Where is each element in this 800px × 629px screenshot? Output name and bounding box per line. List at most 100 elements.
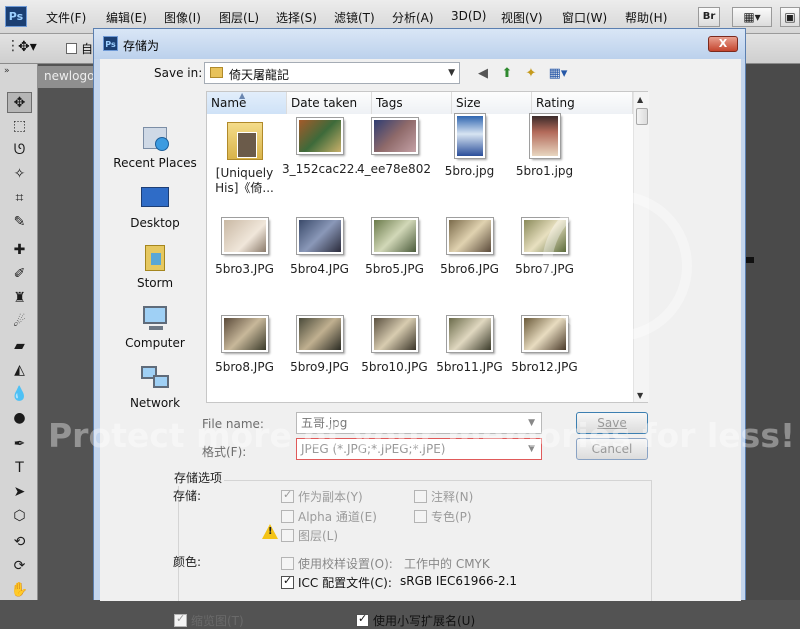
place-network[interactable]: Network: [104, 363, 206, 410]
menu-filter[interactable]: 滤镜(T): [334, 9, 375, 26]
chevron-down-icon[interactable]: ▼: [528, 413, 535, 433]
file-item[interactable]: 5bro9.JPG: [282, 316, 357, 374]
lasso-tool-icon[interactable]: ᘎ: [7, 140, 32, 161]
place-desktop[interactable]: Desktop: [104, 183, 206, 230]
file-item[interactable]: 5bro3.JPG: [207, 218, 282, 276]
file-item[interactable]: 5bro11.JPG: [432, 316, 507, 374]
file-item[interactable]: 5bro8.JPG: [207, 316, 282, 374]
chevron-down-icon: ▼: [528, 444, 535, 454]
path-selection-tool-icon[interactable]: ➤: [7, 482, 32, 503]
file-item[interactable]: 5bro5.JPG: [357, 218, 432, 276]
document-tab[interactable]: newlogo: [44, 69, 94, 83]
marquee-tool-icon[interactable]: ⬚: [7, 116, 32, 137]
save-in-dropdown[interactable]: 倚天屠龍記 ▼: [204, 62, 460, 84]
column-label: Tags: [376, 96, 403, 110]
column-header-name[interactable]: ▲ Name: [207, 91, 287, 114]
thumbnail-checkbox[interactable]: [174, 612, 187, 627]
color-label: 颜色:: [173, 555, 202, 569]
file-list-scrollbar[interactable]: ▲ ▼: [633, 92, 649, 402]
menu-file[interactable]: 文件(F): [46, 9, 86, 26]
move-tool-preset-icon[interactable]: ✥▾: [18, 39, 37, 55]
new-folder-icon[interactable]: ✦: [522, 65, 540, 82]
notes-label: 注释(N): [431, 490, 474, 504]
spot-colors-checkbox[interactable]: [414, 510, 427, 523]
file-item[interactable]: 5bro7.JPG: [507, 218, 582, 276]
place-storm[interactable]: Storm: [104, 243, 206, 290]
column-header-tags[interactable]: Tags: [372, 92, 452, 114]
file-item[interactable]: 3_152cac22...: [282, 118, 357, 176]
column-header-size[interactable]: Size: [452, 92, 532, 114]
as-copy-checkbox[interactable]: [281, 488, 294, 503]
eraser-tool-icon[interactable]: ▰: [7, 336, 32, 357]
menu-3d[interactable]: 3D(D): [451, 9, 486, 23]
menu-image[interactable]: 图像(I): [164, 9, 201, 26]
use-proof-checkbox[interactable]: [281, 557, 294, 570]
healing-brush-tool-icon[interactable]: ✚: [7, 240, 32, 261]
format-dropdown[interactable]: JPEG (*.JPG;*.JPEG;*.JPE) ▼: [296, 438, 542, 460]
screen-mode-button[interactable]: ▣: [780, 7, 800, 27]
dodge-tool-icon[interactable]: ●: [7, 408, 32, 429]
shape-tool-icon[interactable]: ⬡: [7, 506, 32, 527]
file-item[interactable]: 5bro10.JPG: [357, 316, 432, 374]
recent-places-icon: [139, 123, 171, 153]
view-extras-button[interactable]: ▦▾: [732, 7, 772, 27]
scroll-down-icon[interactable]: ▼: [637, 391, 643, 400]
menu-view[interactable]: 视图(V): [501, 9, 543, 26]
menu-help[interactable]: 帮助(H): [625, 9, 667, 26]
magic-wand-tool-icon[interactable]: ✧: [7, 164, 32, 185]
collapse-icon[interactable]: »: [4, 66, 10, 76]
crop-tool-icon[interactable]: ⌗: [7, 188, 32, 209]
menu-layer[interactable]: 图层(L): [219, 9, 259, 26]
type-tool-icon[interactable]: T: [7, 458, 32, 479]
history-brush-tool-icon[interactable]: ☄: [7, 312, 32, 333]
file-name: 5bro3.JPG: [215, 262, 274, 276]
back-icon[interactable]: ◀: [474, 65, 492, 82]
clone-stamp-tool-icon[interactable]: ♜: [7, 288, 32, 309]
scroll-thumb[interactable]: [636, 108, 648, 125]
document-tab-row: newlogo: [38, 66, 100, 88]
save-button[interactable]: Save: [576, 412, 648, 434]
icc-checkbox[interactable]: [281, 574, 294, 589]
move-tool-icon[interactable]: ✥: [7, 92, 32, 113]
dialog-titlebar[interactable]: Ps 存储为 X: [94, 29, 745, 59]
file-list[interactable]: ▲ Name Date taken Tags Size Rating ▲ ▼ […: [206, 91, 649, 403]
file-item[interactable]: 5bro12.JPG: [507, 316, 582, 374]
photoshop-app-icon: Ps: [103, 36, 118, 51]
auto-select-checkbox[interactable]: [66, 43, 77, 54]
menu-window[interactable]: 窗口(W): [562, 9, 607, 26]
close-button[interactable]: X: [708, 36, 738, 52]
lowercase-ext-checkbox[interactable]: [356, 612, 369, 627]
hand-tool-icon[interactable]: ✋: [7, 580, 32, 601]
file-item[interactable]: [Uniquely His]《倚...: [207, 118, 282, 196]
layers-checkbox[interactable]: [281, 529, 294, 542]
file-item[interactable]: 5bro1.jpg: [507, 114, 582, 178]
place-computer[interactable]: Computer: [104, 303, 206, 350]
file-item[interactable]: 5bro.jpg: [432, 114, 507, 178]
file-item[interactable]: 5bro4.JPG: [282, 218, 357, 276]
view-menu-icon[interactable]: ▦▾: [546, 65, 570, 82]
file-name-field[interactable]: 五哥.jpg ▼: [296, 412, 542, 434]
image-thumbnail: [296, 118, 343, 154]
place-recent[interactable]: Recent Places: [104, 123, 206, 170]
cancel-button[interactable]: Cancel: [576, 438, 648, 460]
file-item[interactable]: 5bro6.JPG: [432, 218, 507, 276]
paint-bucket-tool-icon[interactable]: ◭: [7, 360, 32, 381]
up-folder-icon[interactable]: ⬆: [498, 65, 516, 82]
alpha-checkbox[interactable]: [281, 510, 294, 523]
3d-rotate-tool-icon[interactable]: ⟲: [7, 532, 32, 553]
menu-analysis[interactable]: 分析(A): [392, 9, 434, 26]
3d-orbit-tool-icon[interactable]: ⟳: [7, 556, 32, 577]
blur-tool-icon[interactable]: 💧: [7, 384, 32, 405]
scroll-up-icon[interactable]: ▲: [637, 95, 643, 104]
file-item[interactable]: 4_ee78e802...: [357, 118, 432, 176]
brush-tool-icon[interactable]: ✐: [7, 264, 32, 285]
menu-edit[interactable]: 编辑(E): [106, 9, 147, 26]
notes-checkbox[interactable]: [414, 490, 427, 503]
column-header-date[interactable]: Date taken: [287, 92, 372, 114]
menu-select[interactable]: 选择(S): [276, 9, 317, 26]
save-button-label: Save: [597, 416, 627, 430]
bridge-button[interactable]: Br: [698, 7, 720, 27]
eyedropper-tool-icon[interactable]: ✎: [7, 212, 32, 233]
column-header-rating[interactable]: Rating: [532, 92, 633, 114]
pen-tool-icon[interactable]: ✒: [7, 434, 32, 455]
